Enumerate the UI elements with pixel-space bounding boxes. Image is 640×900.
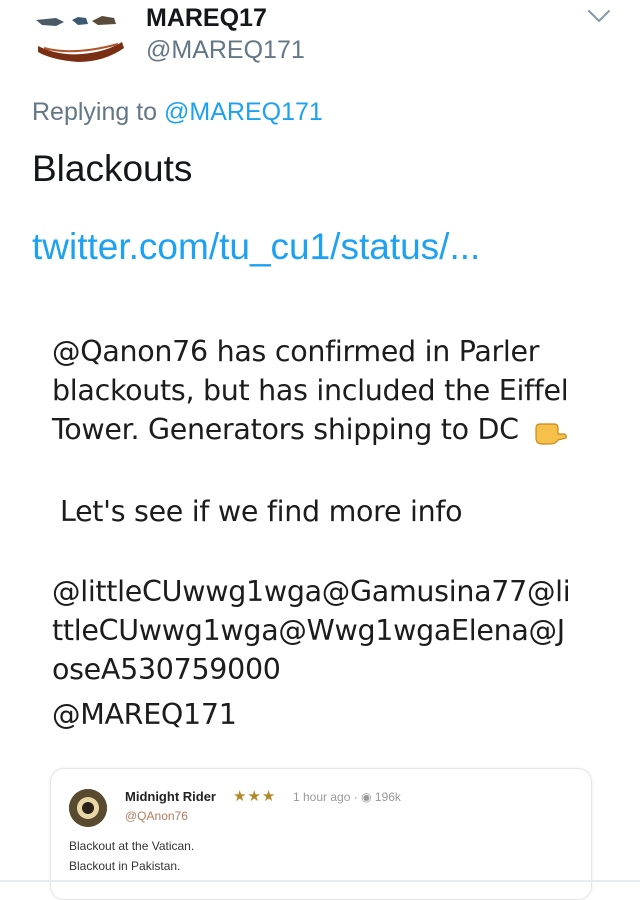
screenshot-line: ttleCUwwg1wga@Wwg1wgaElena@J [52, 614, 565, 647]
separator-dot: · [353, 790, 358, 804]
display-name[interactable]: MAREQ17 [146, 4, 267, 33]
eye-icon: ◉ [361, 790, 372, 804]
rating-stars: ★★★ [233, 788, 277, 805]
chevron-down-icon[interactable] [586, 6, 612, 26]
screenshot-line-with-emoji: Tower. Generators shipping to DC [52, 411, 568, 449]
embed-time: 1 hour ago [293, 790, 351, 804]
tweet-text: Blackouts [32, 148, 193, 189]
embed-text-line: Blackout at the Vatican. [69, 839, 195, 853]
embed-author-name: Midnight Rider [125, 789, 216, 804]
screenshot-line: @MAREQ171 [52, 698, 237, 731]
screenshot-line: oseA530759000 [52, 653, 281, 686]
screenshot-line: Let's see if we find more info [60, 495, 463, 528]
screenshot-line: Tower. Generators shipping to DC [52, 413, 519, 446]
view-count: 196k [374, 790, 401, 804]
embed-handle: @QAnon76 [125, 809, 188, 823]
replying-prefix: Replying to [32, 98, 158, 126]
pointing-hand-icon [534, 418, 568, 445]
user-handle[interactable]: @MAREQ171 [146, 36, 305, 65]
reply-mention-link[interactable]: @MAREQ171 [164, 98, 323, 126]
screenshot-line: @littleCUwwg1wga@Gamusina77@li [52, 575, 571, 608]
embed-meta: 1 hour ago · ◉ 196k [293, 790, 401, 804]
replying-to: Replying to @MAREQ171 [32, 98, 323, 127]
screenshot-line: blackouts, but has included the Eiffel [52, 374, 569, 407]
screenshot-line: @Qanon76 has confirmed in Parler [52, 335, 540, 368]
tweet-link[interactable]: twitter.com/tu_cu1/status/... [32, 226, 480, 268]
embed-text-line: Blackout in Pakistan. [69, 859, 181, 873]
embed-avatar [69, 789, 107, 827]
avatar[interactable] [34, 8, 130, 64]
